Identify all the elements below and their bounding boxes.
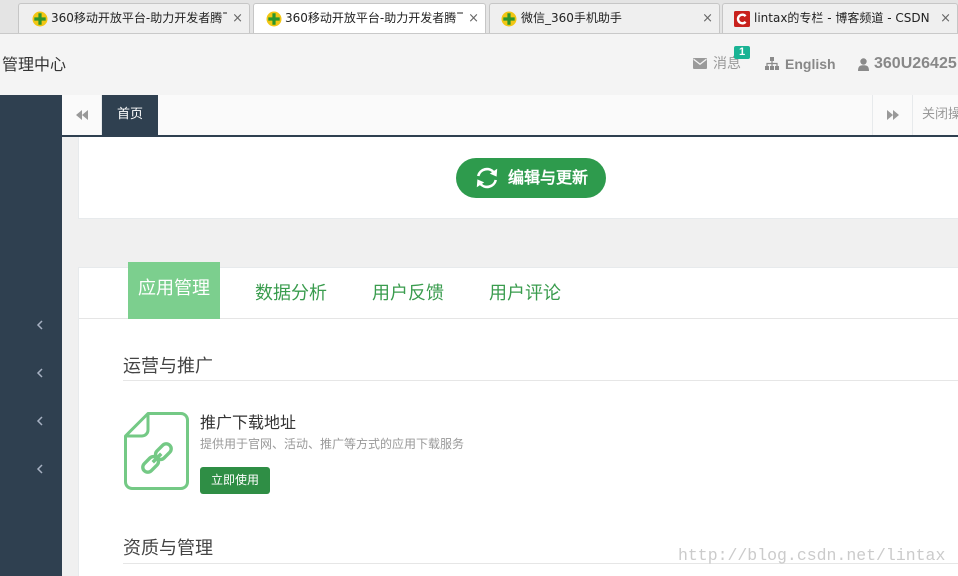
envelope-icon[interactable] — [693, 58, 707, 69]
sitemap-icon[interactable] — [765, 57, 779, 70]
use-now-button[interactable]: 立即使用 — [200, 467, 270, 494]
page-title: 管理中心 — [2, 55, 67, 74]
app-info-card: 编辑与更新 — [78, 137, 958, 219]
feature-title: 推广下载地址 — [200, 413, 297, 432]
backward-icon — [76, 110, 88, 120]
browser-tab-title: 360移动开放平台-助力开发者腾飞 — [51, 11, 227, 25]
browser-tab-title: lintax的专栏 - 博客频道 - CSDN — [754, 11, 930, 25]
tab-data-analysis[interactable]: 数据分析 — [245, 268, 337, 319]
user-account-name[interactable]: 360U26425 — [874, 53, 957, 75]
chevron-left-icon — [36, 416, 44, 426]
close-tab-icon[interactable]: × — [468, 4, 479, 33]
360-logo-icon — [501, 11, 517, 27]
browser-tab-title: 微信_360手机助手 — [521, 11, 622, 25]
360-logo-icon — [266, 11, 282, 27]
forward-icon — [887, 110, 899, 120]
360-logo-icon — [32, 11, 48, 27]
app-management-card: 应用管理 数据分析 用户反馈 用户评论 运营与推广 推广下载地址 提供用于官网、… — [78, 262, 958, 576]
message-count-badge: 1 — [734, 46, 750, 59]
language-switch[interactable]: English — [785, 54, 836, 74]
browser-tab[interactable]: 360移动开放平台-助力开发者腾飞 × — [253, 3, 486, 33]
edit-and-update-label: 编辑与更新 — [508, 168, 589, 187]
close-tab-icon[interactable]: × — [702, 4, 713, 33]
browser-tab[interactable]: 微信_360手机助手 × — [489, 3, 720, 33]
sidebar — [0, 95, 62, 576]
csdn-logo-icon — [734, 11, 750, 27]
edit-and-update-button[interactable]: 编辑与更新 — [456, 158, 606, 198]
tab-user-feedback[interactable]: 用户反馈 — [362, 268, 454, 319]
watermark-text: http://blog.csdn.net/lintax — [678, 546, 946, 565]
browser-tab-strip: 360移动开放平台-助力开发者腾飞 × 360移动开放平台-助力开发者腾飞 × … — [0, 0, 958, 34]
sidebar-item[interactable] — [0, 301, 62, 349]
refresh-icon — [474, 165, 500, 191]
section-title: 运营与推广 — [123, 356, 213, 377]
tab-app-management[interactable]: 应用管理 — [128, 262, 220, 319]
section-title: 资质与管理 — [123, 538, 213, 559]
chevron-left-icon — [36, 368, 44, 378]
browser-tab[interactable]: 360移动开放平台-助力开发者腾飞 × — [18, 3, 250, 33]
management-tabs: 应用管理 数据分析 用户反馈 用户评论 — [79, 262, 958, 319]
feature-description: 提供用于官网、活动、推广等方式的应用下载服务 — [200, 437, 465, 451]
browser-tab-title: 360移动开放平台-助力开发者腾飞 — [285, 11, 463, 25]
tab-home[interactable]: 首页 — [102, 95, 158, 135]
scroll-tabs-left-button[interactable] — [62, 95, 102, 135]
chevron-left-icon — [36, 464, 44, 474]
browser-tab[interactable]: lintax的专栏 - 博客频道 - CSDN × — [722, 3, 958, 33]
close-operations-dropdown[interactable]: 关闭操 — [912, 95, 958, 135]
top-header: 管理中心 消息 1 English 360U26425 — [0, 34, 958, 95]
sidebar-item[interactable] — [0, 397, 62, 445]
chevron-left-icon — [36, 320, 44, 330]
file-link-icon[interactable] — [124, 412, 189, 490]
user-icon[interactable] — [858, 58, 869, 71]
scroll-tabs-right-button[interactable] — [872, 95, 912, 135]
close-tab-icon[interactable]: × — [232, 4, 243, 33]
close-tab-icon[interactable]: × — [940, 4, 951, 33]
sidebar-item[interactable] — [0, 349, 62, 397]
page-tab-bar: 首页 关闭操 — [62, 95, 958, 137]
sidebar-item[interactable] — [0, 445, 62, 493]
tab-user-reviews[interactable]: 用户评论 — [479, 268, 571, 319]
section-divider — [123, 380, 958, 381]
